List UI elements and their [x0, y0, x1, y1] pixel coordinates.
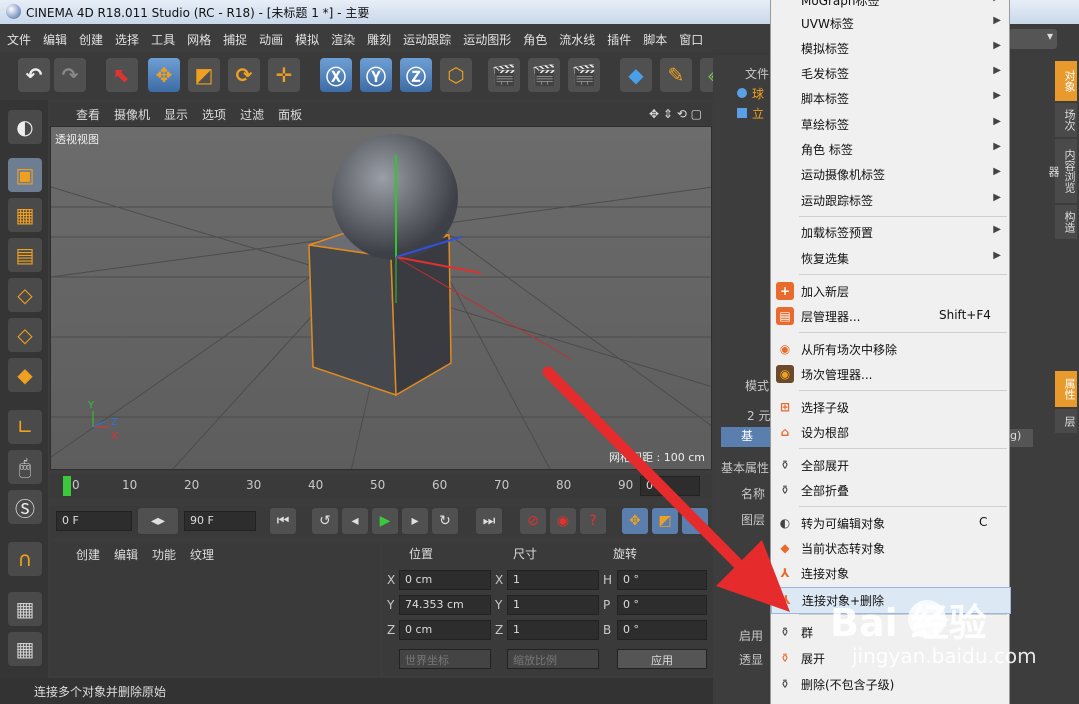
paw-logo-icon [908, 600, 946, 638]
watermark-url: jingyan.baidu.com [852, 644, 1037, 668]
baidu-watermark: Bai 经验 jingyan.baidu.com [824, 592, 1074, 672]
